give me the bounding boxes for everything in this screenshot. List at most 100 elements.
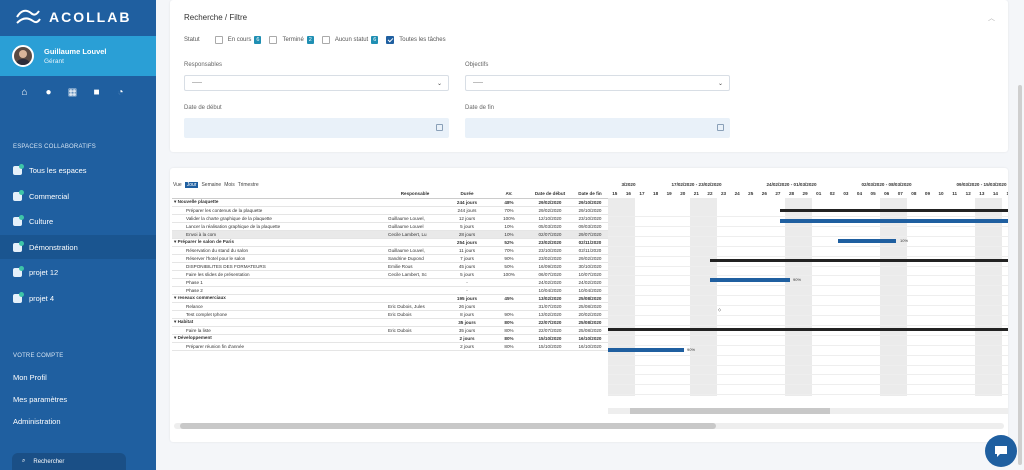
search-input[interactable]: ⌕ Rechercher [12, 453, 126, 470]
scrollbar-thumb[interactable] [630, 408, 830, 414]
status-aucun[interactable]: Aucun statut 6 [321, 36, 379, 44]
cell-resp: Sandrine Dupond [386, 254, 444, 263]
day-label: 12 [965, 191, 971, 196]
calendar-icon[interactable]: ▦ [66, 86, 79, 99]
briefcase-icon[interactable]: ■ [90, 86, 103, 99]
task-bar-test-iphone[interactable] [608, 347, 684, 352]
sidebar-item-mes-parametres[interactable]: Mes paramètres [13, 395, 67, 404]
table-row[interactable]: ▾ Développement 2 jours 80% 15/10/2020 16/10… [172, 334, 608, 343]
cell-av: 50% [490, 262, 528, 271]
brand-logo[interactable]: ACOLLAB [13, 4, 131, 30]
view-semaine-button[interactable]: Semaine [201, 182, 221, 188]
chart-scrollbar[interactable] [608, 408, 1008, 414]
cell-resp: Cecile Lambert, Sc [386, 270, 444, 279]
chat-button[interactable] [985, 435, 1017, 467]
row-line [608, 324, 1008, 326]
cell-deb: 24/02/2020 [528, 278, 572, 287]
home-icon[interactable]: ⌂ [18, 86, 31, 99]
table-row[interactable]: Réserver l'hotel pour le salon Sandrine D… [172, 254, 608, 263]
table-row[interactable]: Faire les slides de présentation Cecile L… [172, 270, 608, 279]
cell-dur: 26 jours [444, 302, 490, 311]
table-row[interactable]: Envoi à la com Cecile Lambert, Lu 28 jours… [172, 230, 608, 239]
column-header[interactable]: AV. [490, 190, 528, 199]
task-bar-realisation-graphique[interactable] [838, 238, 896, 243]
table-row[interactable]: Réservation du stand du salon Guillaume L… [172, 246, 608, 255]
task-bar-hotel-salon[interactable] [710, 278, 790, 283]
day-label: 24 [734, 191, 740, 196]
table-row[interactable]: ▾ Habitat 35 jours 80% 22/07/2020 25/08/2020 [172, 318, 608, 327]
sidebar-item-projet-4[interactable]: projet 4 [0, 286, 156, 310]
column-header[interactable]: Date de début [528, 190, 572, 199]
sidebar-item-culture[interactable]: Culture [0, 209, 156, 233]
objectifs-select[interactable]: ----- ⌄ [465, 75, 730, 91]
view-mois-button[interactable]: Mois [224, 182, 235, 188]
weekend-column [893, 198, 908, 396]
page-scrollbar[interactable] [1018, 85, 1022, 465]
table-row[interactable]: DISPONIBILITES DES FORMATEURS Emilie Rous… [172, 262, 608, 271]
table-row[interactable]: Préparer réunion fin d'année 2 jours 80% 15… [172, 342, 608, 351]
status-en-cours[interactable]: En cours 6 [214, 36, 262, 44]
view-jour-button[interactable]: Jour [184, 182, 199, 188]
user-card[interactable]: Guillaume Louvel Gérant [0, 36, 156, 76]
space-icon [13, 189, 24, 201]
sidebar-item-commercial[interactable]: Commercial [0, 184, 156, 208]
user-name: Guillaume Louvel [44, 47, 107, 56]
group-bar-nouvelle-plaquette[interactable] [780, 209, 1008, 212]
table-row[interactable]: ▾ Nouvelle plaquette 244 jours 48% 29/02/20… [172, 198, 608, 207]
column-header[interactable]: Responsable [386, 190, 444, 199]
sidebar-item-mon-profil[interactable]: Mon Profil [13, 373, 47, 382]
clock-icon[interactable]: ◔ [114, 86, 127, 99]
collapse-chevron-icon[interactable]: ︿ [988, 13, 995, 23]
table-row[interactable]: ▾ reseaux commerciaux 195 jours 45% 13/02/2… [172, 294, 608, 303]
table-row[interactable]: Phase 1 - 24/02/2020 24/02/2020 [172, 278, 608, 287]
date-debut-input[interactable] [184, 118, 449, 138]
row-line [608, 315, 1008, 316]
group-bar-reseaux[interactable] [608, 327, 1008, 331]
cell-fin: 23/10/2020 [572, 214, 608, 223]
table-row[interactable]: Relance Eric Dubois, Jules 26 jours 31/07/2… [172, 302, 608, 311]
group-bar-salon-paris[interactable] [710, 258, 1008, 262]
calendar-icon[interactable] [717, 124, 724, 131]
task-bar-preparer-contenus[interactable] [780, 218, 1008, 223]
sidebar-item-tous-les-espaces[interactable]: Tous les espaces [0, 158, 156, 182]
cell-name: Réservation du stand du salon [172, 246, 386, 255]
status-termine[interactable]: Terminé 2 [269, 36, 314, 44]
space-icon [13, 214, 24, 226]
date-fin-input[interactable] [465, 118, 730, 138]
day-label: 04 [856, 191, 863, 196]
table-row[interactable]: ▾ Préparer le salon de Paris 254 jours 52%… [172, 238, 608, 247]
users-icon[interactable]: ● [42, 86, 55, 99]
day-label: 09 [924, 191, 931, 196]
calendar-icon[interactable] [436, 124, 443, 131]
checkbox[interactable] [386, 36, 395, 44]
checkbox[interactable] [321, 36, 330, 44]
grid-scrollbar[interactable] [174, 423, 1004, 429]
cell-deb: 12/10/2020 [528, 214, 572, 223]
table-row[interactable]: Phase 2 - 10/04/2020 10/04/2020 [172, 286, 608, 295]
scrollbar-thumb[interactable] [180, 423, 716, 429]
sidebar-item-demonstration[interactable]: Démonstration [0, 235, 156, 259]
column-header[interactable]: Date de fin [572, 190, 608, 199]
cell-deb: 02/07/2020 [528, 230, 572, 239]
table-row[interactable]: Test complet Iphone Eric Dubois 8 jours 90%… [172, 310, 608, 319]
day-label: 08 [911, 191, 917, 196]
checkbox[interactable] [214, 36, 223, 44]
cell-av [490, 278, 528, 287]
date-fin-label: Date de fin [465, 105, 495, 111]
sidebar-item-projet-12[interactable]: projet 12 [0, 260, 156, 284]
sidebar: ACOLLAB Guillaume Louvel Gérant ⌂ ● ▦ ■ … [0, 0, 156, 470]
cell-resp [386, 198, 444, 207]
cell-dur: 8 jours [444, 310, 490, 319]
table-row[interactable]: Valider la charte graphique de la plaque… [172, 214, 608, 223]
responsables-select[interactable]: ----- ⌄ [184, 75, 449, 91]
checkbox[interactable] [269, 36, 278, 44]
table-row[interactable]: Lancer la réalisation graphique de la pl… [172, 222, 608, 231]
status-toutes[interactable]: Toutes les tâches [386, 36, 446, 44]
space-icon [13, 291, 24, 303]
chat-icon [995, 446, 1007, 457]
table-row[interactable]: Préparer les contenus de la plaquette 244… [172, 206, 608, 215]
sidebar-item-administration[interactable]: Administration [13, 417, 61, 426]
table-row[interactable]: Faire la liste Eric Dubois 35 jours 80% 22/0… [172, 326, 608, 335]
view-trimestre-button[interactable]: Trimestre [238, 182, 259, 188]
column-header[interactable]: Durée [444, 190, 490, 199]
